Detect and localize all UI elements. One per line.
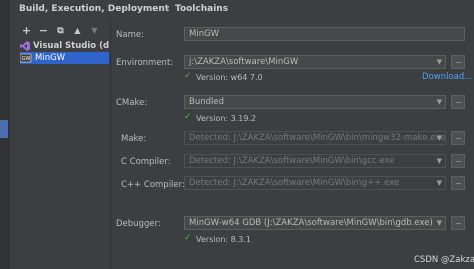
make-select[interactable]: Detected: J:\ZAKZA\software\MinGW\bin\mi…	[184, 131, 446, 145]
make-browse-button[interactable]: ...	[451, 131, 465, 145]
chevron-down-icon: ▼	[436, 134, 442, 142]
panel-divider	[110, 19, 111, 269]
breadcrumb-separator-icon: ›	[165, 1, 170, 14]
cmake-version: Version: 3.19.2	[196, 114, 257, 123]
chevron-down-icon: ▼	[436, 157, 442, 165]
cmake-value: Bundled	[189, 97, 224, 107]
toolchain-item-label: Visual Studio (defa	[33, 41, 109, 51]
environment-select[interactable]: j:\ZAKZA\software\MinGW ▼	[184, 55, 446, 69]
toolchain-item-mingw[interactable]: GW MinGW	[20, 52, 109, 64]
environment-label: Environment:	[116, 58, 174, 68]
c-compiler-browse-button[interactable]: ...	[451, 154, 465, 168]
debugger-browse-button[interactable]: ...	[451, 216, 465, 230]
cmake-browse-button[interactable]: ...	[451, 95, 465, 109]
c-compiler-value: Detected: J:\ZAKZA\software\MinGW\bin\gc…	[189, 156, 395, 166]
cpp-compiler-browse-button[interactable]: ...	[451, 176, 465, 190]
visual-studio-icon	[20, 41, 30, 51]
left-strip-selection	[0, 120, 8, 138]
environment-version: Version: w64 7.0	[196, 73, 263, 82]
watermark: CSDN @Zakza	[414, 255, 474, 265]
breadcrumb-page: Toolchains	[175, 4, 229, 14]
c-compiler-label: C Compiler:	[121, 157, 171, 167]
debugger-label: Debugger:	[116, 219, 161, 229]
check-icon: ✓	[184, 71, 192, 81]
cpp-compiler-select[interactable]: Detected: J:\ZAKZA\software\MinGW\bin\g+…	[184, 176, 446, 190]
cpp-compiler-value: Detected: J:\ZAKZA\software\MinGW\bin\g+…	[189, 178, 400, 188]
make-label: Make:	[121, 134, 147, 144]
chevron-down-icon: ▼	[436, 219, 442, 227]
debugger-version: Version: 8.3.1	[196, 235, 252, 244]
environment-value: j:\ZAKZA\software\MinGW	[189, 57, 299, 67]
cmake-select[interactable]: Bundled ▼	[184, 95, 446, 109]
svg-text:GW: GW	[22, 56, 31, 62]
check-icon: ✓	[184, 233, 192, 243]
cmake-label: CMake:	[116, 98, 148, 108]
make-value: Detected: J:\ZAKZA\software\MinGW\bin\mi…	[189, 133, 446, 143]
breadcrumb-section[interactable]: Build, Execution, Deployment	[19, 4, 169, 14]
chevron-down-icon: ▼	[436, 98, 442, 106]
download-link[interactable]: Download...	[422, 72, 472, 82]
move-up-icon[interactable]: ▲	[71, 24, 84, 38]
environment-browse-button[interactable]: ...	[451, 55, 465, 69]
remove-icon[interactable]: −	[37, 24, 50, 38]
copy-icon[interactable]: ⧉	[54, 24, 67, 38]
toolchain-item-visual-studio[interactable]: Visual Studio (defa	[20, 40, 109, 52]
check-icon: ✓	[184, 112, 192, 122]
mingw-icon: GW	[20, 53, 32, 63]
add-icon[interactable]: +	[20, 24, 33, 38]
move-down-icon[interactable]: ▼	[88, 24, 101, 38]
debugger-select[interactable]: MinGW-w64 GDB (J:\ZAKZA\software\MinGW\b…	[184, 216, 446, 230]
debugger-value: MinGW-w64 GDB (J:\ZAKZA\software\MinGW\b…	[189, 218, 433, 228]
cpp-compiler-label: C++ Compiler:	[121, 180, 185, 190]
name-input[interactable]: MinGW	[184, 27, 465, 41]
chevron-down-icon: ▼	[436, 58, 442, 66]
c-compiler-select[interactable]: Detected: J:\ZAKZA\software\MinGW\bin\gc…	[184, 154, 446, 168]
chevron-down-icon: ▼	[436, 179, 442, 187]
toolchain-item-label: MinGW	[35, 53, 66, 63]
left-strip	[0, 0, 10, 269]
toolchain-toolbar: + − ⧉ ▲ ▼	[20, 23, 101, 39]
name-label: Name:	[116, 30, 144, 40]
